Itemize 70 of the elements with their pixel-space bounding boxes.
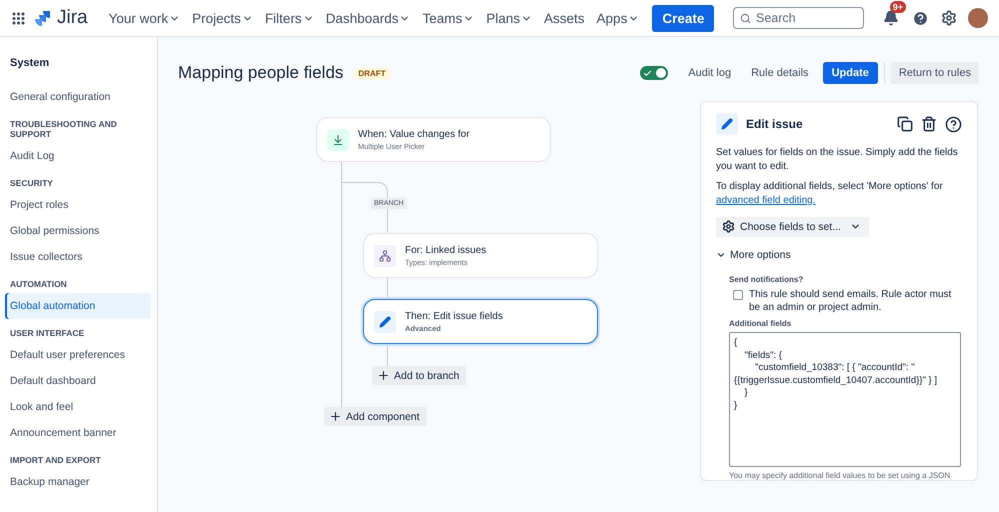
nav-menu-item[interactable]: Your work xyxy=(104,6,186,30)
sidebar-item[interactable]: Default user preferences xyxy=(5,342,151,368)
choose-fields-button[interactable]: Choose fields to set... xyxy=(716,217,869,237)
notify-checkbox[interactable] xyxy=(733,290,743,300)
duplicate-icon[interactable] xyxy=(897,116,913,132)
return-button[interactable]: Return to rules xyxy=(890,62,979,84)
rule-toggle[interactable] xyxy=(640,66,668,80)
sidebar-item[interactable]: Issue collectors xyxy=(5,244,151,270)
nav-menu-item[interactable]: Assets xyxy=(539,6,590,30)
nav-menu-item[interactable]: Filters xyxy=(260,6,319,30)
sidebar-item[interactable]: Global permissions xyxy=(5,218,151,244)
rule-title: Mapping people fields xyxy=(178,63,344,83)
panel-title: Edit issue xyxy=(746,117,804,131)
help-icon[interactable] xyxy=(945,116,962,132)
add-component-button[interactable]: Add component xyxy=(324,407,427,426)
sidebar-item[interactable]: Announcement banner xyxy=(5,420,151,446)
search-icon xyxy=(740,12,751,24)
additional-fields-input[interactable]: { "fields": { "customfield_10383": [ { "accountId": " {{triggerIssue.customfield_10407.accountId}}" } ] } } xyxy=(729,332,961,467)
sidebar-heading: AUTOMATION xyxy=(9,278,68,291)
sidebar-heading: SECURITY xyxy=(9,177,54,190)
advanced-editing-link[interactable]: advanced field editing. xyxy=(716,194,816,206)
update-button[interactable]: Update xyxy=(822,62,878,84)
node-title: When: Value changes for xyxy=(358,128,470,140)
app-switcher-icon[interactable] xyxy=(12,12,25,24)
plus-icon xyxy=(329,410,342,423)
settings-icon[interactable] xyxy=(941,10,957,26)
nav-menu-item[interactable]: Teams xyxy=(417,6,480,30)
gear-icon xyxy=(722,220,735,233)
search-field[interactable]: Search xyxy=(733,7,864,29)
field-label: Additional fields xyxy=(729,319,792,328)
nav-menu-item[interactable]: Plans xyxy=(481,6,538,30)
node-title: For: Linked issues xyxy=(405,244,486,256)
sidebar-item[interactable]: Audit Log xyxy=(5,143,151,169)
panel-description: Set values for fields on the issue. Simply add the fields you want to edit. xyxy=(716,146,959,173)
status-lozenge: DRAFT xyxy=(355,68,389,78)
field-label: Send notifications? xyxy=(729,275,804,284)
header-action[interactable]: Audit log xyxy=(680,62,740,84)
header-action[interactable]: Rule details xyxy=(743,62,817,84)
trigger-icon xyxy=(332,134,344,146)
sidebar-item[interactable]: Backup manager xyxy=(5,469,151,495)
pencil-icon xyxy=(379,316,391,328)
more-options-toggle[interactable]: More options xyxy=(716,249,791,261)
sidebar-item[interactable]: Global automation xyxy=(5,293,151,319)
avatar[interactable] xyxy=(968,8,988,28)
notification-count: 9+ xyxy=(890,1,906,13)
sidebar-item[interactable]: General configuration xyxy=(5,84,151,110)
sidebar-heading: IMPORT AND EXPORT xyxy=(9,454,102,467)
sidebar-item[interactable]: Project roles xyxy=(5,192,151,218)
product-name[interactable]: Jira xyxy=(57,7,88,29)
nav-menu-item[interactable]: Projects xyxy=(187,6,258,30)
create-button[interactable]: Create xyxy=(652,4,714,32)
nav-menu-item[interactable]: Dashboards xyxy=(320,6,416,30)
sidebar-item[interactable]: Look and feel xyxy=(5,394,151,420)
logo-icon xyxy=(35,10,51,26)
notifications-icon[interactable] xyxy=(883,10,899,26)
checkbox-label: This rule should send emails. Rule actor must be an admin or project admin. xyxy=(749,288,952,314)
sidebar-title: System xyxy=(9,57,50,69)
sidebar-heading: USER INTERFACE xyxy=(9,327,86,340)
nav-menu-item[interactable]: Apps xyxy=(592,6,644,30)
check-icon xyxy=(643,68,652,78)
add-to-branch-button[interactable]: Add to branch xyxy=(372,366,466,385)
field-help-text: You may specify additional field values to be set using a JSON xyxy=(729,471,952,480)
delete-icon[interactable] xyxy=(921,116,937,132)
branch-icon xyxy=(379,250,391,262)
panel-hint: To display additional fields, select 'More options' for advanced field editing. xyxy=(716,180,944,207)
sidebar-item[interactable]: Default dashboard xyxy=(5,368,151,394)
pencil-icon xyxy=(721,118,733,130)
sidebar-heading: TROUBLESHOOTING AND SUPPORT xyxy=(9,118,118,141)
node-title: Then: Edit issue fields xyxy=(405,310,503,322)
plus-icon xyxy=(377,369,390,382)
